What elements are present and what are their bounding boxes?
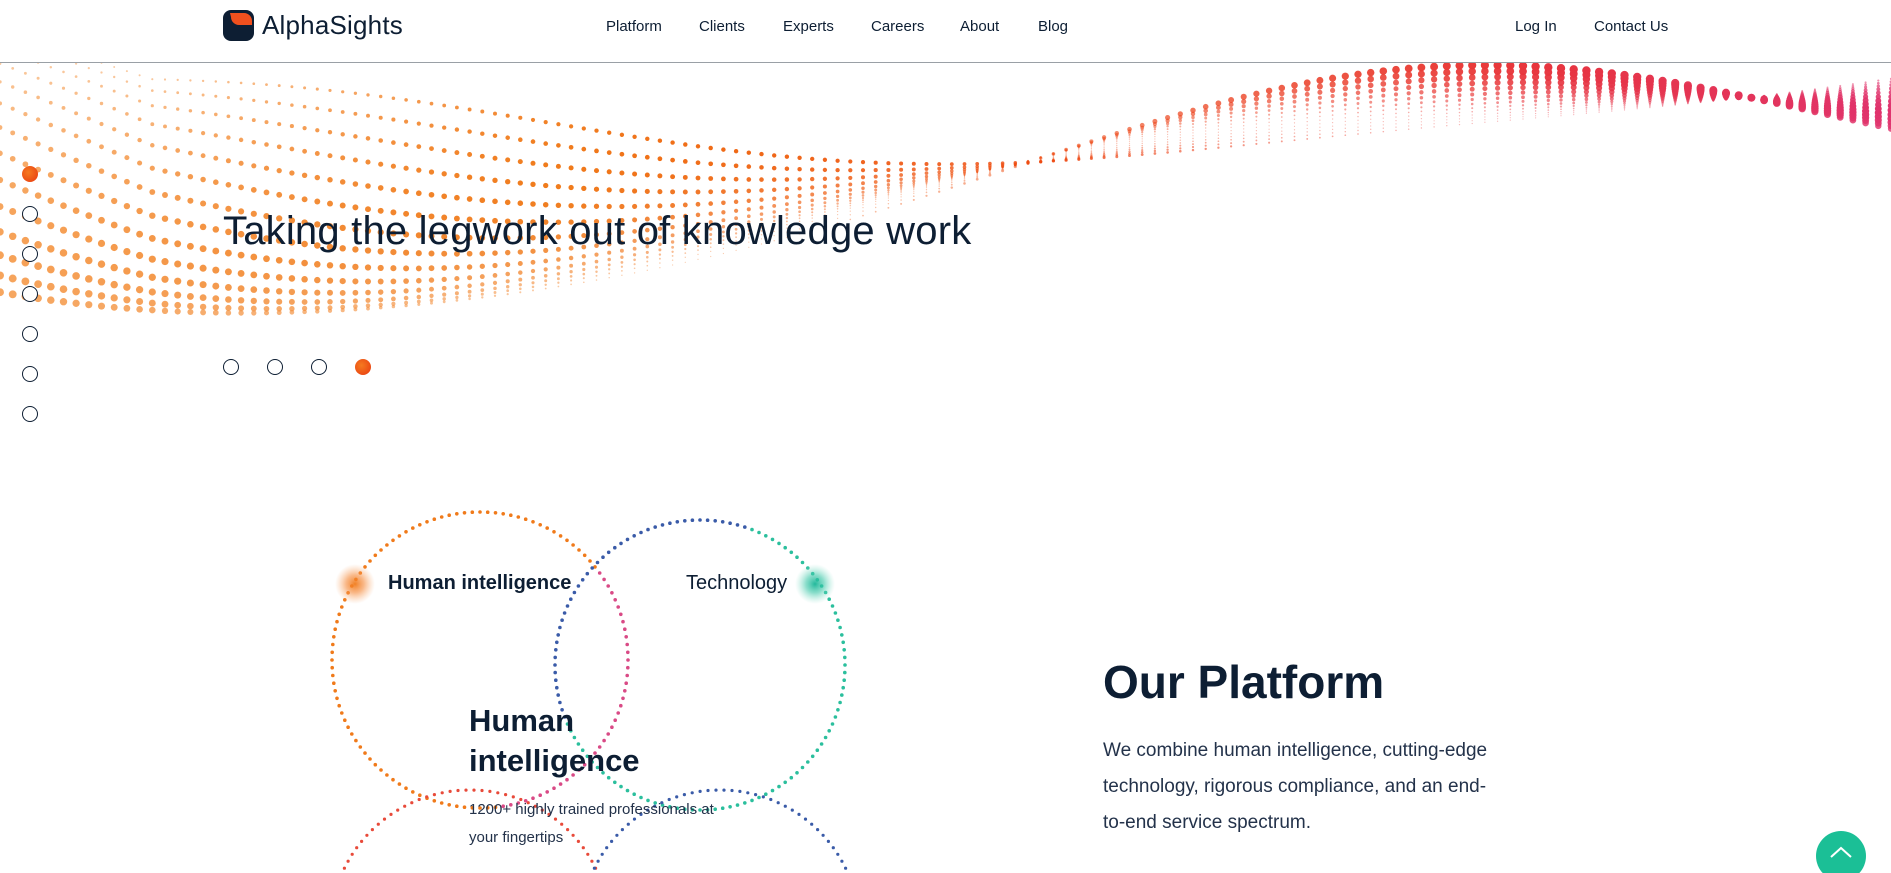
hero-section: Taking the legwork out of knowledge work bbox=[0, 63, 1891, 483]
section-nav-dot[interactable] bbox=[22, 406, 38, 422]
nav-platform[interactable]: Platform bbox=[606, 18, 662, 35]
venn-label-technology[interactable]: Technology bbox=[686, 572, 787, 595]
logo-text: AlphaSights bbox=[262, 10, 403, 40]
human-intelligence-node-icon bbox=[335, 564, 375, 604]
platform-description: We combine human intelligence, cutting-e… bbox=[1103, 740, 1488, 833]
scroll-to-top-button[interactable] bbox=[1816, 831, 1866, 873]
slide-dot[interactable] bbox=[267, 359, 283, 375]
venn-description: 1200+ highly trained professionals at yo… bbox=[469, 801, 714, 846]
section-nav-dot[interactable] bbox=[22, 366, 38, 382]
platform-title: Our Platform bbox=[1103, 656, 1385, 708]
nav-careers[interactable]: Careers bbox=[871, 18, 924, 35]
nav-clients[interactable]: Clients bbox=[699, 18, 745, 35]
log-in-link[interactable]: Log In bbox=[1515, 18, 1557, 35]
venn-label-human-intelligence[interactable]: Human intelligence bbox=[388, 572, 571, 595]
slide-dot[interactable] bbox=[223, 359, 239, 375]
section-nav-dot[interactable] bbox=[22, 166, 38, 182]
slide-dot[interactable] bbox=[355, 359, 371, 375]
nav-experts[interactable]: Experts bbox=[783, 18, 834, 35]
nav-blog[interactable]: Blog bbox=[1038, 18, 1068, 35]
venn-title: Human intelligence bbox=[469, 703, 640, 778]
dot-wave-illustration bbox=[0, 63, 1891, 316]
venn-circles-illustration bbox=[330, 510, 848, 870]
venn-diagram: Human intelligence Technology Human inte… bbox=[0, 500, 880, 873]
site-header: AlphaSights Platform Clients Experts Car… bbox=[0, 0, 1891, 63]
section-nav-dot[interactable] bbox=[22, 286, 38, 302]
nav-about[interactable]: About bbox=[960, 18, 999, 35]
chevron-up-icon bbox=[1830, 846, 1852, 858]
section-nav-dot[interactable] bbox=[22, 246, 38, 262]
hero-title: Taking the legwork out of knowledge work bbox=[223, 209, 972, 253]
slide-dot[interactable] bbox=[311, 359, 327, 375]
section-nav-dot[interactable] bbox=[22, 206, 38, 222]
logo-mark-icon bbox=[223, 10, 254, 41]
contact-us-link[interactable]: Contact Us bbox=[1594, 18, 1668, 35]
technology-node-icon bbox=[795, 564, 835, 604]
logo-link[interactable]: AlphaSights bbox=[223, 10, 403, 41]
section-nav-dot[interactable] bbox=[22, 326, 38, 342]
